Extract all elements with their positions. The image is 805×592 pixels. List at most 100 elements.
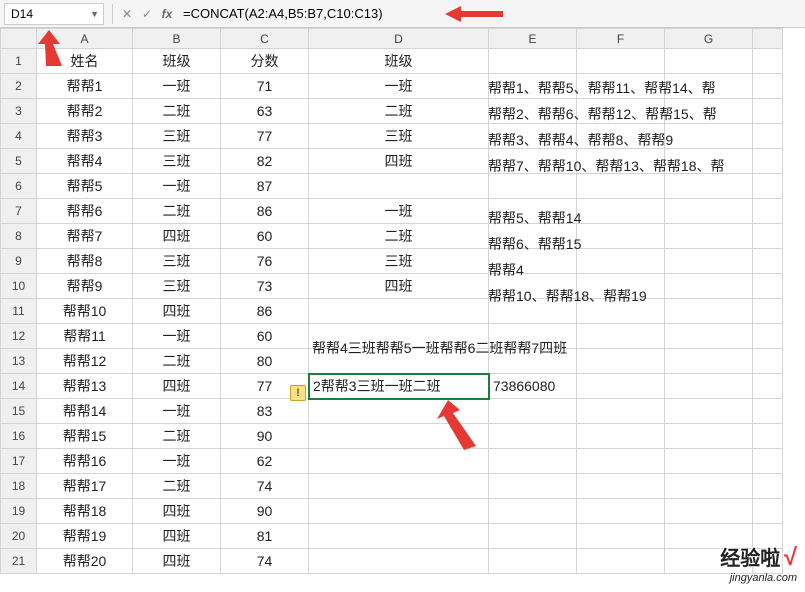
cell[interactable] — [753, 174, 783, 199]
cell[interactable] — [665, 49, 753, 74]
row-header[interactable]: 10 — [1, 274, 37, 299]
cell[interactable] — [577, 49, 665, 74]
cell[interactable]: 帮帮12 — [37, 349, 133, 374]
col-header-A[interactable]: A — [37, 29, 133, 49]
cell[interactable]: 74 — [221, 549, 309, 574]
cell[interactable]: 分数 — [221, 49, 309, 74]
cell[interactable]: 四班 — [309, 149, 489, 174]
cell[interactable] — [753, 149, 783, 174]
cell[interactable]: 60 — [221, 324, 309, 349]
cell[interactable]: 帮帮13 — [37, 374, 133, 399]
cell[interactable] — [577, 549, 665, 574]
cell[interactable] — [753, 474, 783, 499]
cell[interactable]: 帮帮15 — [37, 424, 133, 449]
cell[interactable] — [753, 499, 783, 524]
cell[interactable] — [753, 74, 783, 99]
cell[interactable] — [665, 124, 753, 149]
cell[interactable] — [665, 99, 753, 124]
cell[interactable] — [577, 524, 665, 549]
cell[interactable] — [665, 174, 753, 199]
cell[interactable] — [665, 349, 753, 374]
cell[interactable]: 二班 — [133, 349, 221, 374]
cell[interactable] — [665, 249, 753, 274]
cell[interactable]: 90 — [221, 424, 309, 449]
cell[interactable] — [753, 424, 783, 449]
cell[interactable] — [753, 449, 783, 474]
cell[interactable] — [577, 374, 665, 399]
cell[interactable]: 四班 — [133, 524, 221, 549]
cell[interactable]: 帮帮14 — [37, 399, 133, 424]
cell[interactable]: 帮帮5 — [37, 174, 133, 199]
cell[interactable] — [753, 324, 783, 349]
cell[interactable] — [577, 99, 665, 124]
cell[interactable]: 90 — [221, 499, 309, 524]
cell[interactable] — [577, 249, 665, 274]
row-header[interactable]: 14 — [1, 374, 37, 399]
cell[interactable] — [489, 49, 577, 74]
cell[interactable] — [489, 249, 577, 274]
cell[interactable]: 83 — [221, 399, 309, 424]
row-header[interactable]: 6 — [1, 174, 37, 199]
cell[interactable] — [489, 474, 577, 499]
row-header[interactable]: 16 — [1, 424, 37, 449]
cell[interactable]: 87 — [221, 174, 309, 199]
cell[interactable] — [577, 499, 665, 524]
cell[interactable]: 一班 — [309, 199, 489, 224]
cell[interactable] — [577, 199, 665, 224]
col-header-H[interactable] — [753, 29, 783, 49]
cell[interactable] — [489, 199, 577, 224]
cell[interactable]: 姓名 — [37, 49, 133, 74]
cell[interactable]: 二班 — [133, 424, 221, 449]
cell[interactable] — [753, 374, 783, 399]
cell[interactable] — [577, 74, 665, 99]
select-all-corner[interactable] — [1, 29, 37, 49]
col-header-E[interactable]: E — [489, 29, 577, 49]
cell[interactable] — [489, 349, 577, 374]
cell[interactable] — [665, 374, 753, 399]
cell[interactable]: 二班 — [133, 474, 221, 499]
cell[interactable]: 帮帮16 — [37, 449, 133, 474]
cell[interactable] — [665, 424, 753, 449]
cell[interactable]: 三班 — [133, 249, 221, 274]
cell[interactable]: 帮帮9 — [37, 274, 133, 299]
row-header[interactable]: 21 — [1, 549, 37, 574]
cell[interactable] — [309, 549, 489, 574]
cell[interactable] — [753, 349, 783, 374]
selected-cell[interactable]: 2帮帮3三班一班二班 — [309, 374, 489, 399]
cell[interactable] — [665, 474, 753, 499]
cell[interactable]: 三班 — [309, 124, 489, 149]
cell[interactable]: 三班 — [133, 124, 221, 149]
cell[interactable]: 二班 — [309, 224, 489, 249]
cell[interactable]: 四班 — [133, 224, 221, 249]
name-box-dropdown-icon[interactable]: ▼ — [90, 9, 99, 19]
cell[interactable]: 班级 — [133, 49, 221, 74]
row-header[interactable]: 15 — [1, 399, 37, 424]
cell[interactable] — [665, 74, 753, 99]
cell[interactable] — [489, 449, 577, 474]
cell[interactable]: 80 — [221, 349, 309, 374]
cell[interactable]: 帮帮18 — [37, 499, 133, 524]
cell[interactable] — [665, 224, 753, 249]
cell[interactable] — [577, 449, 665, 474]
cell[interactable] — [753, 274, 783, 299]
row-header[interactable]: 17 — [1, 449, 37, 474]
row-header[interactable]: 7 — [1, 199, 37, 224]
cell[interactable] — [577, 474, 665, 499]
cell[interactable] — [577, 299, 665, 324]
cell[interactable] — [753, 199, 783, 224]
col-header-B[interactable]: B — [133, 29, 221, 49]
cell[interactable]: 帮帮20 — [37, 549, 133, 574]
name-box[interactable]: D14 ▼ — [4, 3, 104, 25]
row-header[interactable]: 1 — [1, 49, 37, 74]
cell[interactable] — [753, 99, 783, 124]
cell[interactable] — [309, 424, 489, 449]
cell[interactable] — [489, 99, 577, 124]
cell[interactable] — [489, 424, 577, 449]
cell[interactable]: 60 — [221, 224, 309, 249]
cell[interactable]: 四班 — [133, 374, 221, 399]
cell[interactable]: 二班 — [309, 99, 489, 124]
row-header[interactable]: 18 — [1, 474, 37, 499]
cell[interactable]: 帮帮3 — [37, 124, 133, 149]
cell[interactable] — [309, 399, 489, 424]
row-header[interactable]: 11 — [1, 299, 37, 324]
